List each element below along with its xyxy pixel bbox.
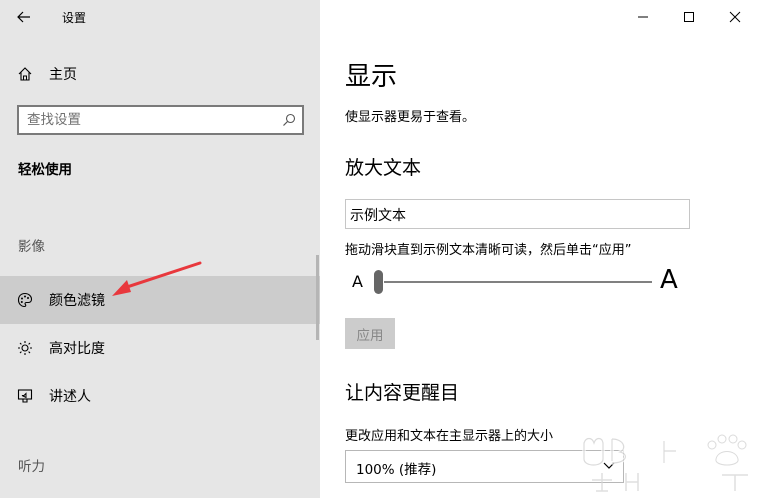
nav-home[interactable]: 主页	[0, 58, 320, 90]
page-subtitle: 使显示器更易于查看。	[345, 110, 476, 125]
sidebar-item-label: 颜色滤镜	[49, 293, 105, 309]
titlebar-left: 设置	[0, 0, 320, 34]
sidebar-scrollbar[interactable]	[316, 255, 319, 340]
scale-label: 更改应用和文本在主显示器上的大小	[345, 429, 554, 444]
home-icon	[17, 66, 33, 82]
main-pane: 显示 使显示器更易于查看。 放大文本 示例文本 拖动滑块直到示例文本清晰可读，然…	[320, 0, 758, 498]
window-controls	[620, 0, 758, 34]
search-box[interactable]	[17, 105, 304, 135]
brightness-icon	[17, 340, 33, 356]
nav-home-label: 主页	[49, 67, 77, 83]
sidebar-item-high-contrast[interactable]: 高对比度	[0, 324, 320, 372]
slider-min-label: A	[352, 272, 363, 291]
palette-icon	[17, 292, 33, 308]
search-icon[interactable]	[282, 113, 296, 127]
slider-hint: 拖动滑块直到示例文本清晰可读，然后单击“应用”	[345, 243, 632, 258]
sidebar-item-label: 讲述人	[49, 389, 91, 405]
sidebar: 设置 主页 轻松使用 影像 颜色滤镜	[0, 0, 320, 498]
sample-text-box: 示例文本	[345, 199, 690, 229]
narrator-icon	[17, 388, 33, 404]
close-button[interactable]	[712, 0, 758, 34]
window-title: 设置	[62, 11, 87, 25]
section-title: 轻松使用	[18, 162, 72, 178]
scale-dropdown-value: 100% (推荐)	[356, 462, 437, 478]
back-button[interactable]	[0, 0, 48, 34]
maximize-button[interactable]	[666, 0, 712, 34]
minimize-button[interactable]	[620, 0, 666, 34]
back-arrow-icon	[17, 11, 30, 23]
apply-button[interactable]: 应用	[345, 318, 395, 349]
sidebar-item-narrator[interactable]: 讲述人	[0, 372, 320, 420]
close-icon	[729, 11, 741, 23]
page-title: 显示	[345, 62, 398, 92]
group-label-vision: 影像	[18, 239, 45, 255]
bigger-heading: 让内容更醒目	[345, 382, 460, 404]
slider-max-label: A	[660, 265, 678, 295]
enlarge-text-heading: 放大文本	[345, 157, 422, 179]
minimize-icon	[638, 16, 648, 18]
sidebar-item-color-filters[interactable]: 颜色滤镜	[0, 276, 320, 324]
sidebar-item-label: 高对比度	[49, 341, 105, 357]
text-size-slider-thumb[interactable]	[374, 270, 383, 294]
baidu-watermark-logo	[582, 434, 748, 492]
search-input[interactable]	[27, 111, 267, 129]
group-label-hearing: 听力	[18, 459, 45, 475]
maximize-icon	[684, 12, 694, 22]
sample-text: 示例文本	[350, 208, 406, 224]
text-size-slider-track[interactable]	[384, 281, 652, 283]
